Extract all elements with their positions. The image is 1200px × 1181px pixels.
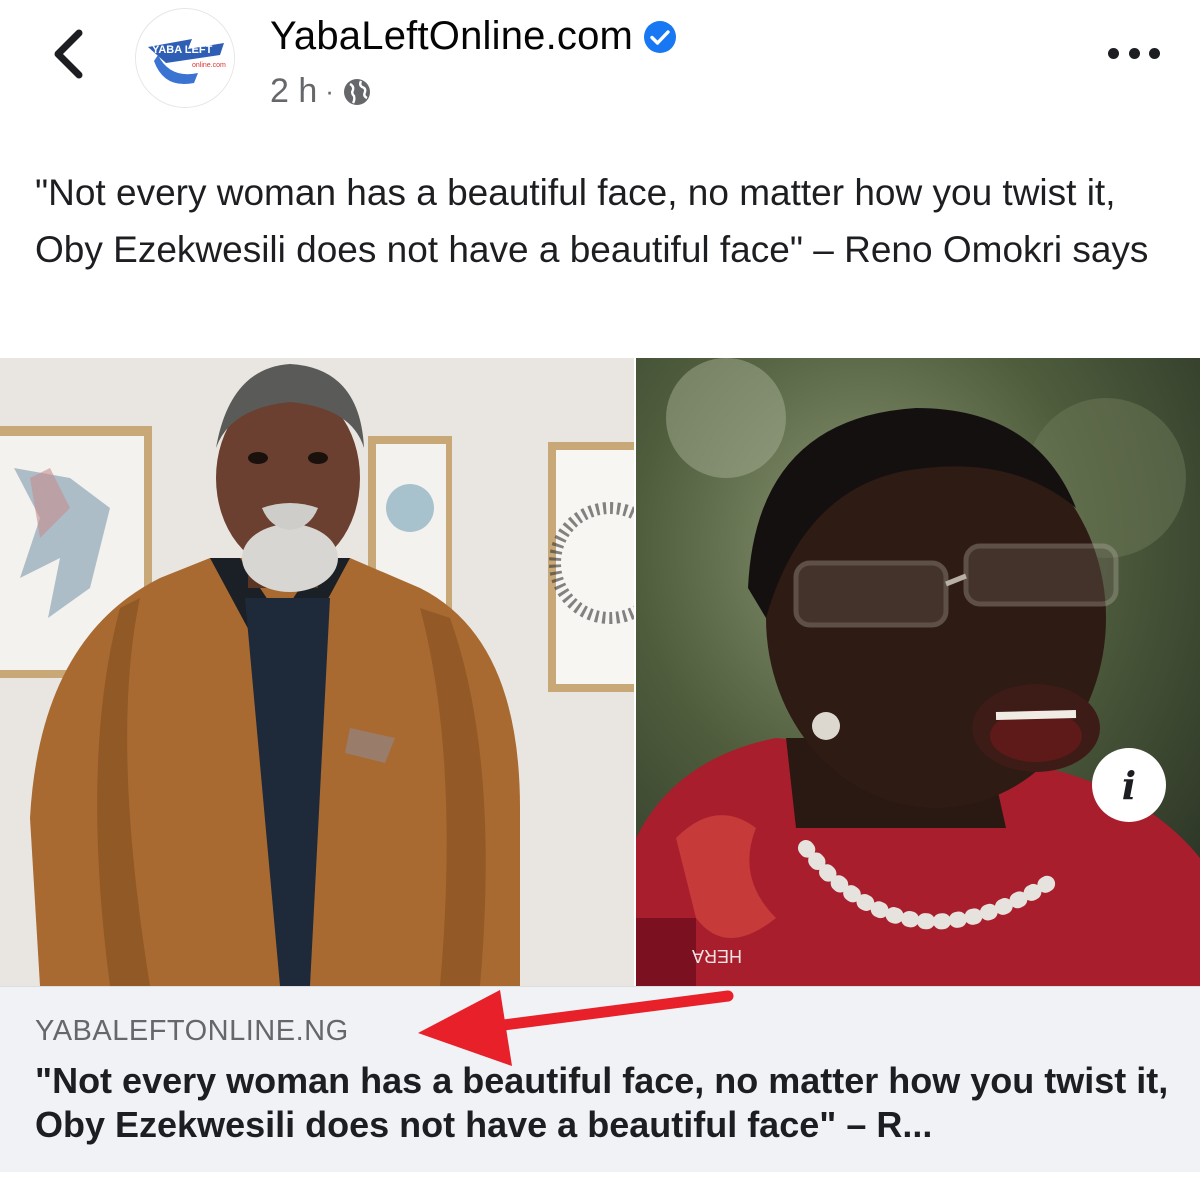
post-timestamp[interactable]: 2 h — [270, 72, 317, 111]
verified-badge-icon — [644, 20, 677, 53]
photo-oby-ezekwesili[interactable]: HERA — [636, 358, 1200, 986]
post-media[interactable]: HERA i — [0, 358, 1200, 986]
link-preview-card[interactable]: YABALEFTONLINE.NG "Not every woman has a… — [0, 986, 1200, 1172]
info-icon: i — [1121, 762, 1137, 808]
woman-portrait-illustration: HERA — [636, 358, 1200, 986]
chevron-left-icon — [54, 29, 83, 79]
page-name[interactable]: YabaLeftOnline.com — [270, 14, 633, 59]
post-header: YABA LEFT online.com YabaLeftOnline.com … — [0, 0, 1200, 130]
globe-icon — [343, 78, 370, 105]
link-domain: YABALEFTONLINE.NG — [35, 1015, 349, 1047]
more-dots-icon — [1108, 47, 1119, 59]
svg-text:online.com: online.com — [192, 62, 226, 69]
post-meta: 2 h · — [270, 72, 372, 111]
page-name-row: YabaLeftOnline.com — [270, 14, 677, 59]
link-title: "Not every woman has a beautiful face, n… — [35, 1060, 1169, 1145]
meta-separator: · — [325, 76, 334, 106]
page-avatar[interactable]: YABA LEFT online.com — [135, 8, 235, 108]
info-button[interactable]: i — [1092, 748, 1166, 822]
man-portrait-illustration — [0, 358, 634, 986]
more-options-button[interactable] — [1108, 38, 1160, 68]
svg-text:HERA: HERA — [692, 946, 742, 966]
yabaleft-logo: YABA LEFT online.com — [136, 9, 234, 107]
post-text: "Not every woman has a beautiful face, n… — [35, 172, 1149, 270]
photo-reno-omokri[interactable] — [0, 358, 634, 986]
back-button[interactable] — [40, 22, 96, 86]
svg-text:YABA LEFT: YABA LEFT — [152, 44, 213, 56]
